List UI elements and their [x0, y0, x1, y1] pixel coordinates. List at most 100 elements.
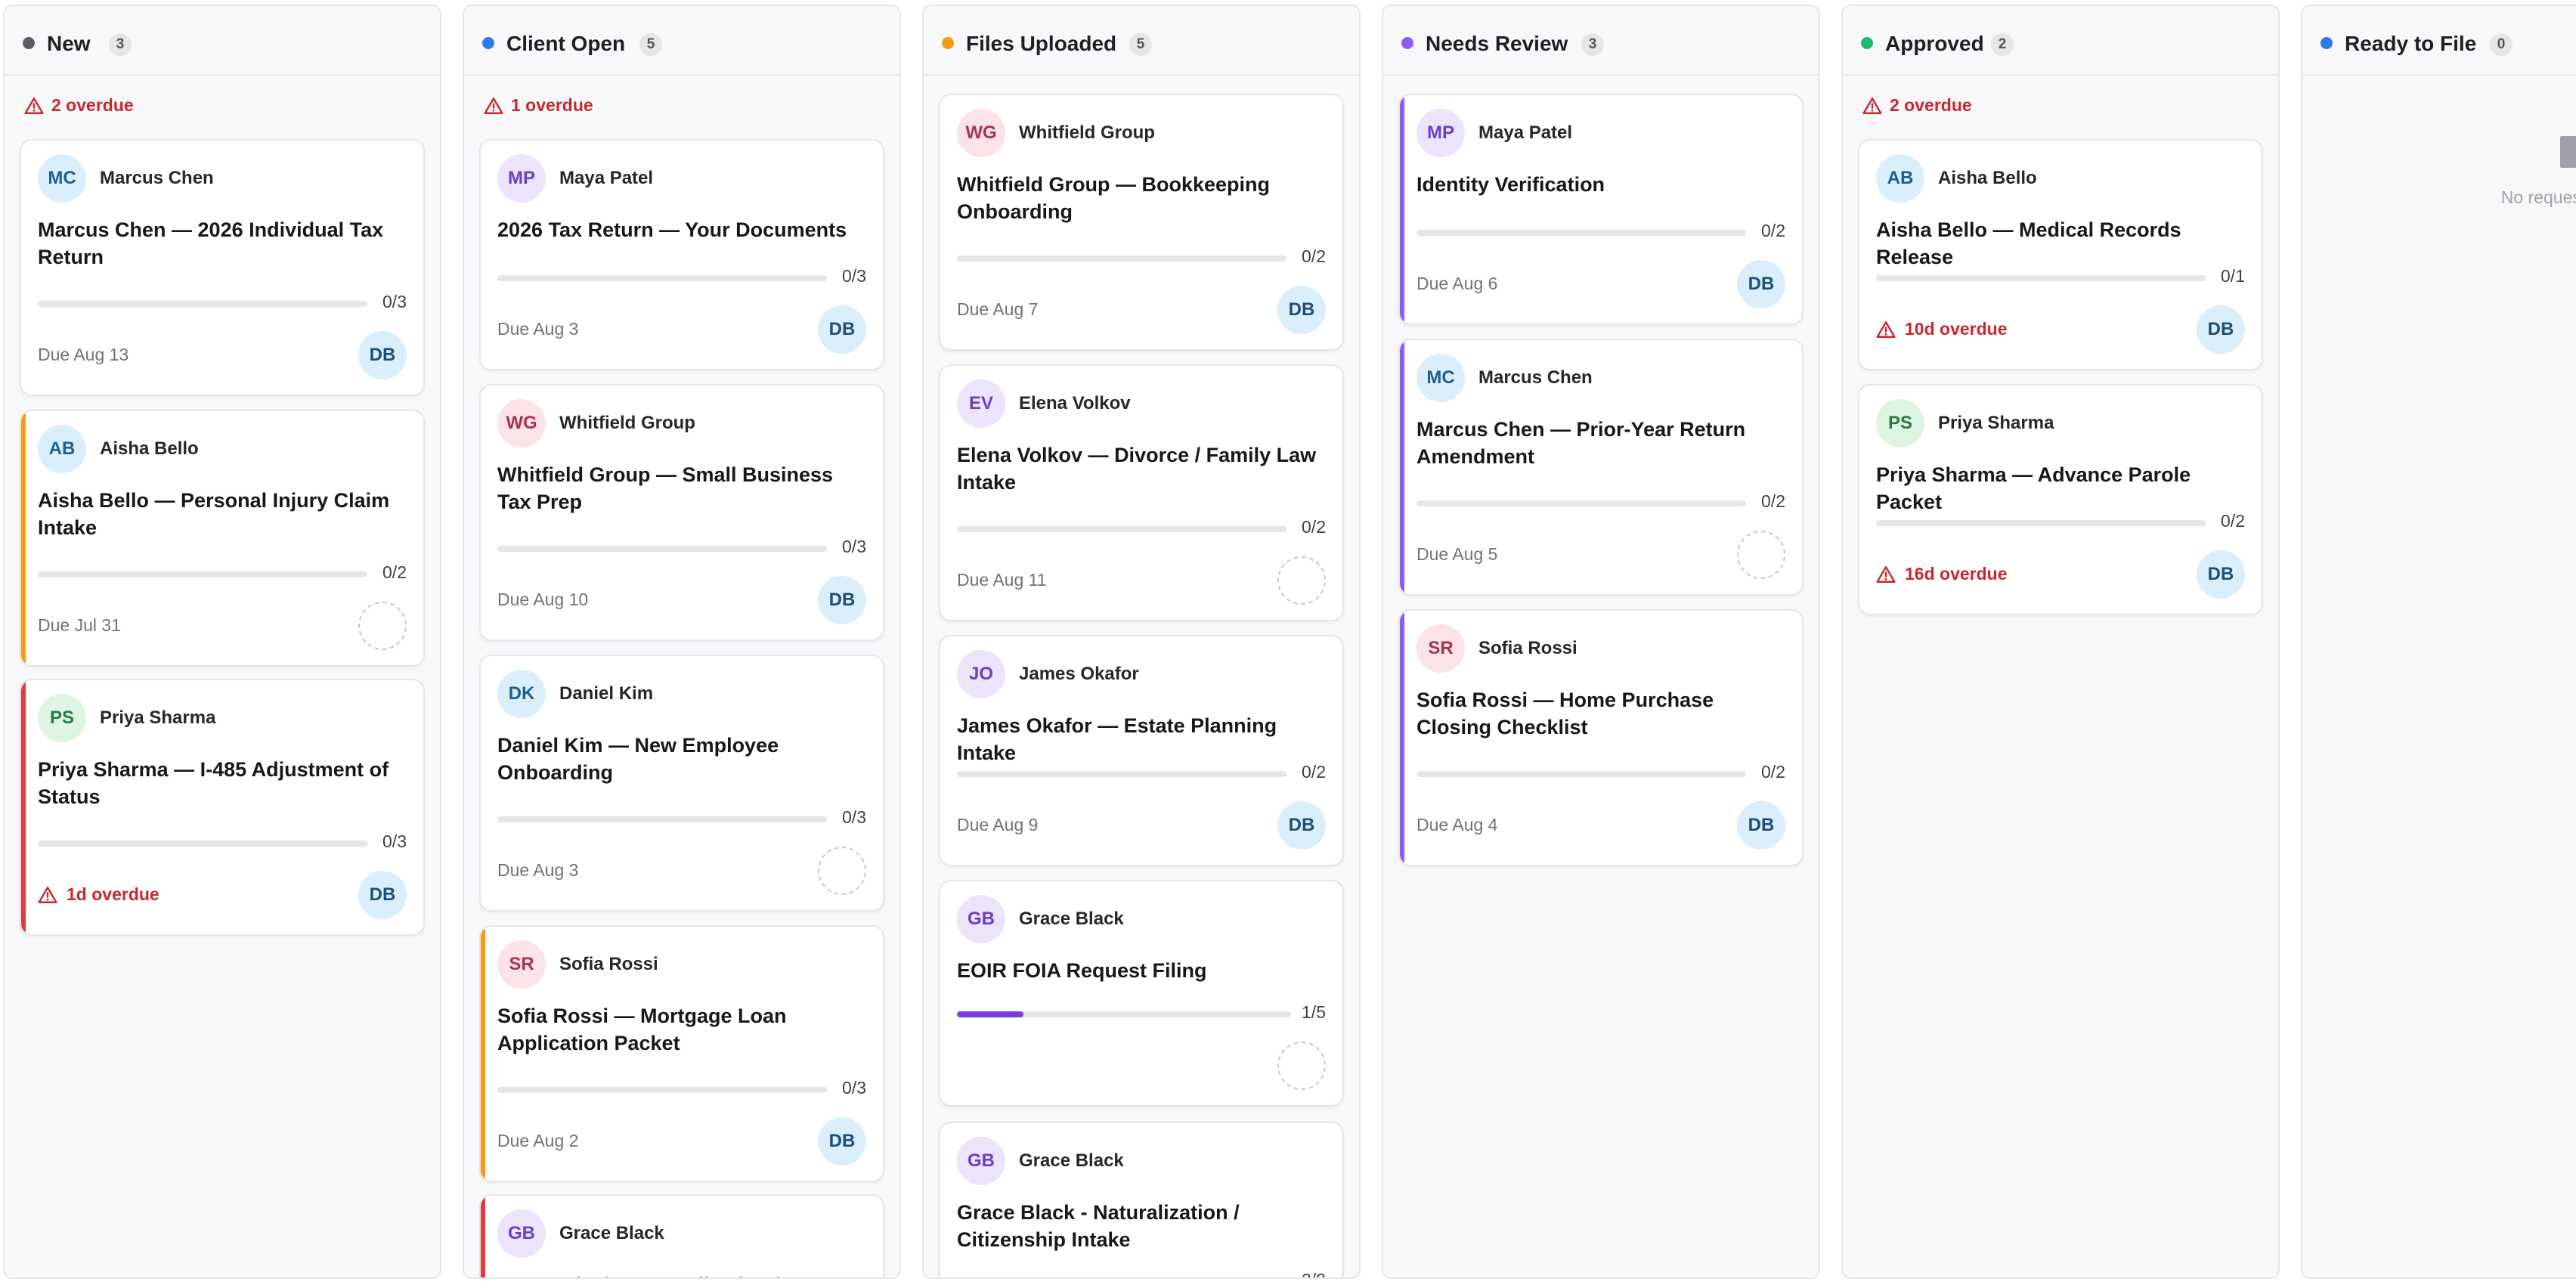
client-avatar: DK	[497, 670, 546, 718]
progress-count: 0/2	[1761, 221, 1785, 240]
column-title: Needs Review	[1426, 32, 1568, 55]
unassigned-avatar-placeholder[interactable]	[1277, 556, 1326, 605]
column-header: New 3	[5, 6, 440, 76]
unassigned-avatar-placeholder[interactable]	[1737, 531, 1785, 579]
request-card[interactable]: MC Marcus Chen Marcus Chen — 2026 Indivi…	[20, 139, 425, 396]
request-title: 2026 Tax Return — Your Documents	[497, 218, 847, 241]
request-title: Grace Black - Naturalization / Citizensh…	[957, 1201, 1240, 1251]
progress-bar	[1416, 230, 1746, 236]
assignee-avatar[interactable]: DB	[1737, 260, 1785, 308]
client-avatar: GB	[497, 1209, 546, 1258]
request-card[interactable]: MP Maya Patel Identity Verification 0/2 …	[1398, 94, 1804, 325]
due-date: Due Aug 11	[957, 570, 1047, 590]
column-header: Approved 2	[1843, 6, 2278, 76]
request-card[interactable]: JO James Okafor James Okafor — Estate Pl…	[939, 635, 1344, 866]
overdue-indicator: 10d overdue	[1876, 319, 2008, 339]
request-card[interactable]: MP Maya Patel 2026 Tax Return — Your Doc…	[479, 139, 884, 370]
unassigned-avatar-placeholder[interactable]	[358, 602, 407, 650]
client-name: Aisha Bello	[1938, 168, 2037, 188]
column-count-badge: 2	[1991, 33, 2014, 56]
request-card[interactable]: EV Elena Volkov Elena Volkov — Divorce /…	[939, 364, 1344, 621]
column-title: Client Open	[506, 32, 626, 55]
due-date: Due Aug 4	[1416, 815, 1498, 834]
request-card[interactable]: GB Grace Black Grace Black - Naturalizat…	[479, 1194, 884, 1277]
unassigned-avatar-placeholder[interactable]	[1277, 1042, 1326, 1090]
progress-count: 0/2	[382, 562, 407, 582]
request-card[interactable]: GB Grace Black EOIR FOIA Request Filing …	[939, 880, 1344, 1107]
assignee-avatar[interactable]: DB	[2197, 305, 2245, 354]
assignee-avatar[interactable]: DB	[358, 871, 407, 919]
progress-bar	[497, 546, 827, 552]
assignee-avatar[interactable]: DB	[818, 305, 866, 354]
progress-bar	[957, 526, 1286, 532]
due-date: Due Aug 10	[497, 590, 589, 609]
column-overdue-summary: 2 overdue	[24, 95, 134, 116]
card-status-accent	[21, 411, 26, 665]
assignee-avatar[interactable]: DB	[358, 331, 407, 379]
column-header: Files Uploaded 5	[924, 6, 1359, 76]
assignee-avatar[interactable]: DB	[1277, 801, 1326, 850]
status-dot-icon	[2321, 37, 2333, 49]
progress-count: 0/3	[842, 537, 866, 556]
request-card[interactable]: GB Grace Black Grace Black - Naturalizat…	[939, 1122, 1344, 1277]
column-overdue-summary: 1 overdue	[484, 95, 593, 116]
progress-count: 0/1	[2221, 266, 2245, 286]
progress-bar	[957, 1011, 1291, 1017]
client-name: Marcus Chen	[100, 168, 214, 188]
progress-bar	[1876, 520, 2206, 526]
progress-bar	[1416, 500, 1746, 506]
client-name: Whitfield Group	[1019, 122, 1155, 143]
assignee-avatar[interactable]: DB	[1277, 286, 1326, 334]
column-count-badge: 3	[109, 33, 132, 56]
progress-bar	[38, 301, 367, 307]
client-name: Priya Sharma	[1938, 413, 2054, 433]
request-card[interactable]: SR Sofia Rossi Sofia Rossi — Mortgage Lo…	[479, 925, 884, 1182]
warning-triangle-icon	[1862, 97, 1882, 114]
overdue-label: 10d overdue	[1905, 319, 2008, 339]
card-status-accent	[1400, 95, 1404, 324]
request-card[interactable]: AB Aisha Bello Aisha Bello — Medical Rec…	[1858, 139, 2263, 370]
assignee-avatar[interactable]: DB	[1737, 801, 1785, 850]
request-card[interactable]: DK Daniel Kim Daniel Kim — New Employee …	[479, 655, 884, 912]
progress-count: 0/3	[382, 831, 407, 851]
client-avatar: AB	[1876, 154, 1924, 203]
client-avatar: MC	[38, 154, 86, 203]
column-header: Client Open 5	[464, 6, 899, 76]
request-title: Whitfield Group — Bookkeeping Onboarding	[957, 173, 1270, 223]
assignee-avatar[interactable]: DB	[818, 1117, 866, 1166]
document-icon	[2560, 136, 2576, 168]
column-count-badge: 3	[1581, 33, 1604, 56]
column-overdue-summary: 2 overdue	[1862, 95, 1972, 116]
client-name: James Okafor	[1019, 664, 1139, 684]
card-status-accent	[1400, 611, 1404, 865]
request-title: Aisha Bello — Personal Injury Claim Inta…	[38, 489, 390, 539]
progress-bar	[497, 816, 827, 822]
due-date: Due Aug 2	[497, 1131, 579, 1150]
request-title: Aisha Bello — Medical Records Release	[1876, 218, 2181, 268]
request-card[interactable]: WG Whitfield Group Whitfield Group — Boo…	[939, 94, 1344, 351]
overdue-label: 1d overdue	[67, 884, 159, 904]
request-card[interactable]: PS Priya Sharma Priya Sharma — Advance P…	[1858, 384, 2263, 615]
request-card[interactable]: PS Priya Sharma Priya Sharma — I-485 Adj…	[20, 679, 425, 936]
progress-count: 0/2	[1302, 246, 1326, 266]
column-needs-review: Needs Review 3 MP Maya Patel Identity Ve…	[1382, 5, 1820, 1279]
client-name: Sofia Rossi	[1478, 638, 1577, 658]
request-card[interactable]: AB Aisha Bello Aisha Bello — Personal In…	[20, 410, 425, 667]
request-card[interactable]: WG Whitfield Group Whitfield Group — Sma…	[479, 384, 884, 641]
client-avatar: SR	[497, 940, 546, 989]
assignee-avatar[interactable]: DB	[2197, 550, 2245, 599]
column-title: Approved	[1885, 32, 1984, 55]
unassigned-avatar-placeholder[interactable]	[818, 847, 866, 895]
progress-bar	[38, 571, 367, 577]
client-avatar: PS	[38, 694, 86, 742]
request-card[interactable]: MC Marcus Chen Marcus Chen — Prior-Year …	[1398, 339, 1804, 596]
due-date: Due Aug 3	[497, 319, 579, 339]
progress-bar	[957, 255, 1286, 262]
assignee-avatar[interactable]: DB	[818, 576, 866, 624]
request-card[interactable]: SR Sofia Rossi Sofia Rossi — Home Purcha…	[1398, 609, 1804, 866]
progress-count: 0/2	[2221, 511, 2245, 531]
client-name: Maya Patel	[1478, 122, 1573, 143]
client-name: Grace Black	[1019, 909, 1124, 929]
card-status-accent	[1400, 340, 1404, 594]
column-count-badge: 5	[639, 33, 662, 56]
